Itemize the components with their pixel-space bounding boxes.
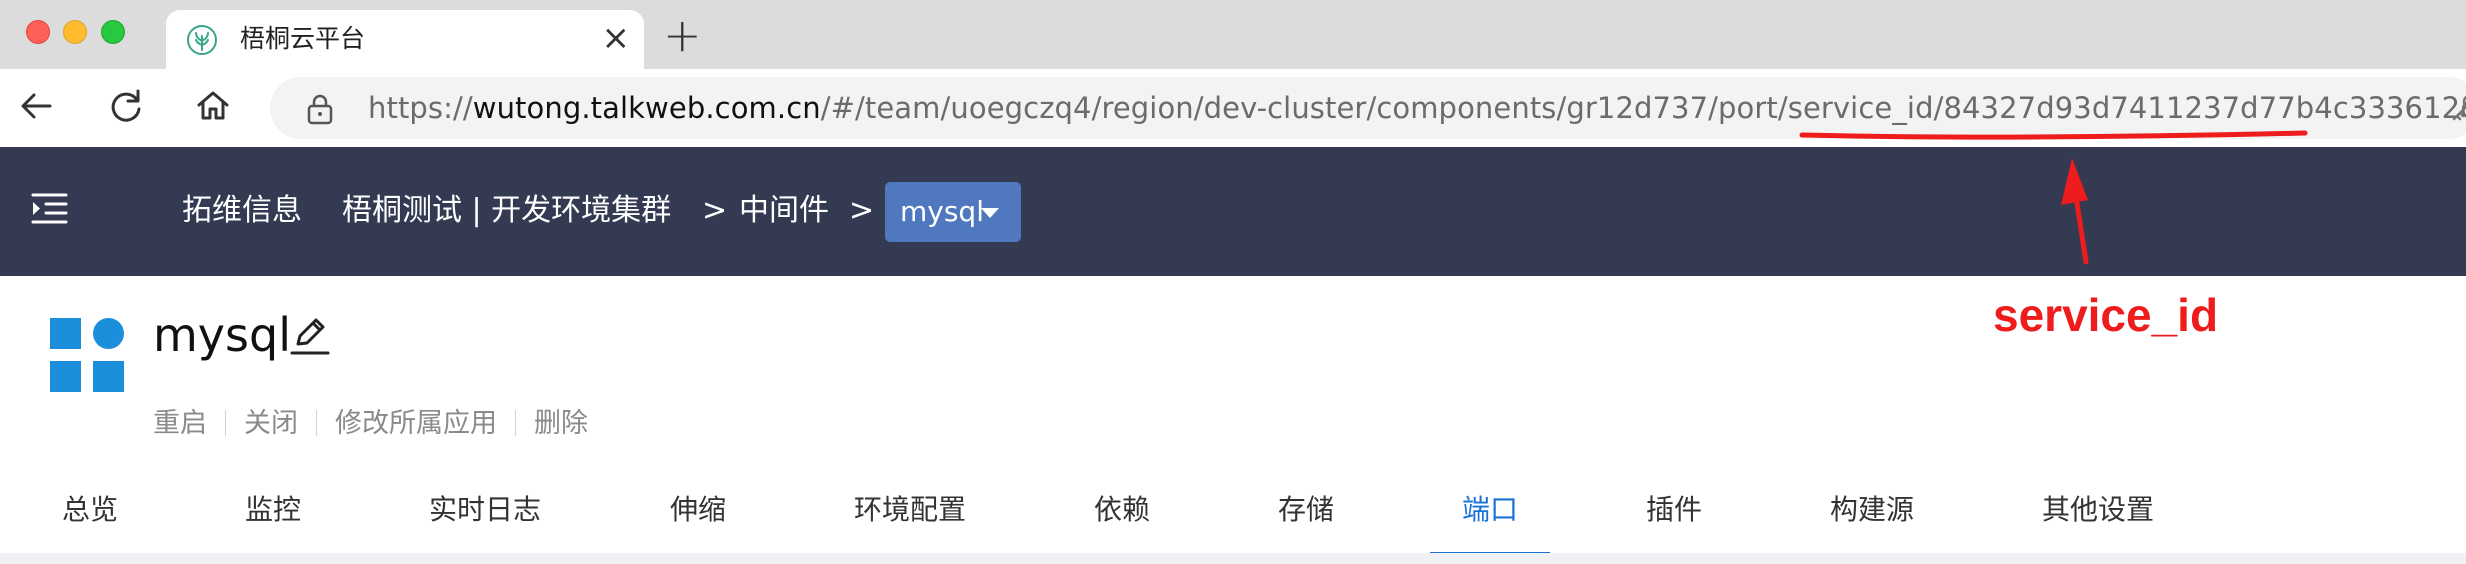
- tab-other-settings[interactable]: 其他设置: [2042, 490, 2154, 530]
- action-divider: [515, 410, 516, 436]
- url-host: wutong.talkweb.com.cn: [472, 91, 821, 125]
- url-prefix: https://: [368, 91, 473, 125]
- action-divider: [225, 410, 226, 436]
- tab-plugins[interactable]: 插件: [1646, 490, 1702, 530]
- component-actions: 重启 关闭 修改所属应用 删除: [153, 406, 588, 442]
- edit-icon[interactable]: [288, 313, 332, 357]
- window-minimize-dot[interactable]: [63, 20, 87, 44]
- delete-button[interactable]: 删除: [534, 408, 588, 439]
- tab-title: 梧桐云平台: [240, 24, 366, 53]
- app-header: 拓维信息 梧桐测试 | 开发环境集群 > 中间件 > mysql: [0, 147, 2466, 276]
- key-icon[interactable]: [2448, 91, 2466, 125]
- breadcrumb-company[interactable]: 拓维信息: [182, 191, 302, 231]
- lock-icon[interactable]: [306, 93, 334, 125]
- tab-overview[interactable]: 总览: [62, 490, 118, 530]
- action-divider: [316, 410, 317, 436]
- tab-port[interactable]: 端口: [1462, 490, 1518, 530]
- url-path: /#/team/uoegczq4/region/dev-cluster/comp…: [820, 91, 2466, 125]
- tab-storage[interactable]: 存储: [1278, 490, 1334, 530]
- stop-button[interactable]: 关闭: [244, 408, 298, 439]
- tab-env-config[interactable]: 环境配置: [854, 490, 966, 530]
- browser-tab[interactable]: 梧桐云平台 ×: [166, 10, 644, 69]
- url-text[interactable]: https://wutong.talkweb.com.cn/#/team/uoe…: [368, 90, 2466, 126]
- menu-toggle-icon[interactable]: [30, 189, 70, 229]
- tab-build-source[interactable]: 构建源: [1830, 490, 1914, 530]
- component-select-label: mysql: [900, 195, 984, 228]
- component-select[interactable]: mysql: [885, 182, 1021, 242]
- breadcrumb-separator: >: [702, 193, 728, 228]
- tab-monitor[interactable]: 监控: [245, 490, 301, 530]
- component-name: mysql: [153, 308, 291, 362]
- annotation-label: service_id: [1993, 289, 2219, 341]
- address-bar[interactable]: https://wutong.talkweb.com.cn/#/team/uoe…: [270, 77, 2466, 139]
- breadcrumb-separator: >: [849, 193, 875, 228]
- restart-button[interactable]: 重启: [153, 408, 207, 439]
- browser-toolbar: https://wutong.talkweb.com.cn/#/team/uoe…: [0, 69, 2466, 148]
- tab-logs[interactable]: 实时日志: [429, 490, 541, 530]
- breadcrumb-team-cluster[interactable]: 梧桐测试 | 开发环境集群: [342, 191, 671, 231]
- tab-scaling[interactable]: 伸缩: [670, 490, 726, 530]
- component-logo-icon: [50, 318, 124, 392]
- window-zoom-dot[interactable]: [101, 20, 125, 44]
- tab-dependency[interactable]: 依赖: [1094, 490, 1150, 530]
- close-icon[interactable]: ×: [602, 18, 631, 58]
- window-close-dot[interactable]: [26, 20, 50, 44]
- change-app-button[interactable]: 修改所属应用: [335, 408, 497, 439]
- reload-icon[interactable]: [103, 83, 149, 129]
- favicon-icon: [187, 25, 217, 55]
- plus-icon[interactable]: +: [663, 10, 702, 60]
- home-icon[interactable]: [190, 83, 236, 129]
- back-arrow-icon[interactable]: [14, 83, 60, 129]
- tabs-bottom-divider: [0, 553, 2466, 564]
- browser-tab-bar: 梧桐云平台 × +: [0, 0, 2466, 69]
- caret-down-icon: [981, 208, 999, 218]
- breadcrumb-app[interactable]: 中间件: [739, 191, 829, 231]
